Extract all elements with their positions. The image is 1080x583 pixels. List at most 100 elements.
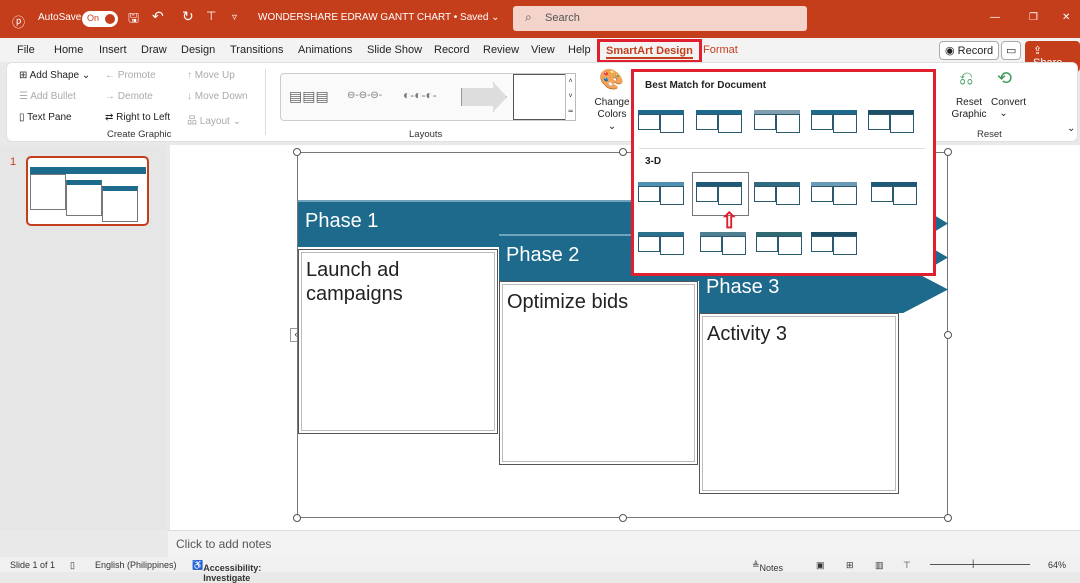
accessibility-status[interactable]: ♿ Accessibility: Investigate bbox=[192, 560, 261, 583]
style-box bbox=[660, 114, 684, 133]
tab-slide-show[interactable]: Slide Show bbox=[367, 44, 422, 56]
resize-handle[interactable] bbox=[944, 331, 952, 339]
tab-smartart-design[interactable]: SmartArt Design bbox=[597, 39, 702, 63]
collapse-ribbon-icon[interactable]: ⌄ bbox=[1067, 123, 1075, 134]
resize-handle[interactable] bbox=[944, 148, 952, 156]
tab-record[interactable]: Record bbox=[434, 44, 469, 56]
notes-pane[interactable]: Click to add notes bbox=[168, 530, 1080, 557]
smartart-style-option[interactable] bbox=[754, 108, 802, 134]
resize-handle[interactable] bbox=[944, 514, 952, 522]
tab-file[interactable]: File bbox=[17, 44, 35, 56]
present-icon[interactable]: ⊤ bbox=[206, 9, 216, 23]
tab-view[interactable]: View bbox=[531, 44, 555, 56]
promote-button[interactable]: ← Promote bbox=[105, 70, 156, 81]
style-box bbox=[811, 236, 833, 252]
search-input[interactable]: Search ⌕ bbox=[513, 6, 807, 31]
zoom-level[interactable]: 64% bbox=[1048, 560, 1066, 570]
redo-icon[interactable]: ↻ bbox=[182, 8, 194, 25]
tab-design[interactable]: Design bbox=[181, 44, 215, 56]
right-to-left-button[interactable]: ⇄ Right to Left bbox=[105, 112, 170, 123]
search-placeholder: Search bbox=[545, 12, 580, 24]
smartart-style-option[interactable] bbox=[811, 180, 859, 206]
slide-thumbnail[interactable] bbox=[26, 156, 149, 226]
language[interactable]: English (Philippines) bbox=[95, 560, 177, 570]
text-pane-button[interactable]: ▯ Text Pane bbox=[19, 112, 72, 123]
smartart-style-option[interactable] bbox=[871, 180, 919, 206]
reset-graphic-icon: ⎌ bbox=[959, 68, 974, 88]
up-arrow-icon: ⇧ bbox=[720, 208, 739, 233]
resize-handle[interactable] bbox=[293, 514, 301, 522]
activity-box[interactable]: Activity 3 bbox=[699, 313, 899, 494]
layout-option[interactable] bbox=[461, 82, 507, 112]
group-label: Create Graphic bbox=[107, 129, 172, 140]
activity-box[interactable]: Launch ad campaigns bbox=[298, 249, 498, 434]
label: Promote bbox=[117, 70, 156, 81]
spelling-icon[interactable]: ▯ bbox=[70, 560, 75, 571]
smartart-style-option[interactable] bbox=[754, 180, 802, 206]
close-button[interactable]: ✕ bbox=[1062, 12, 1070, 23]
undo-icon[interactable]: ↶ bbox=[152, 8, 164, 25]
layouts-gallery[interactable]: ▤▤▤ ⊖-⊖-⊖- ◐-◐-◐- bbox=[280, 73, 571, 121]
record-label: Record bbox=[957, 45, 994, 57]
style-box bbox=[700, 236, 722, 252]
tab-home[interactable]: Home bbox=[54, 44, 83, 56]
tab-transitions[interactable]: Transitions bbox=[230, 44, 283, 56]
layout-option-selected[interactable] bbox=[513, 74, 571, 120]
tab-draw[interactable]: Draw bbox=[141, 44, 167, 56]
tab-review[interactable]: Review bbox=[483, 44, 519, 56]
label: Right to Left bbox=[116, 112, 171, 123]
style-box bbox=[893, 186, 917, 205]
change-colors-button[interactable]: Change Colors ⌄ bbox=[594, 97, 630, 133]
layout-button[interactable]: 品 Layout ⌄ bbox=[187, 112, 241, 127]
save-icon[interactable]: 🖫 bbox=[128, 9, 139, 31]
resize-handle[interactable] bbox=[619, 514, 627, 522]
slide-sorter-icon[interactable]: ⊞ bbox=[846, 560, 854, 571]
thumb-box bbox=[102, 186, 138, 222]
record-button[interactable]: ◉ Record bbox=[939, 41, 1000, 60]
smartart-style-option[interactable] bbox=[811, 108, 859, 134]
smartart-style-option[interactable] bbox=[756, 230, 804, 256]
autosave-toggle[interactable]: On bbox=[82, 11, 118, 27]
reset-graphic-button[interactable]: Reset Graphic bbox=[951, 97, 987, 121]
move-down-button[interactable]: ↓ Move Down bbox=[187, 91, 248, 102]
tab-insert[interactable]: Insert bbox=[99, 44, 127, 56]
smartart-style-option[interactable] bbox=[811, 230, 859, 256]
tab-help[interactable]: Help bbox=[568, 44, 591, 56]
move-up-button[interactable]: ↑ Move Up bbox=[187, 70, 235, 81]
resize-handle[interactable] bbox=[293, 148, 301, 156]
notes-button[interactable]: ≜ Notes bbox=[752, 560, 783, 573]
layout-option[interactable]: ⊖-⊖-⊖- bbox=[347, 90, 382, 101]
add-shape-button[interactable]: ⊞ Add Shape ⌄ bbox=[19, 70, 90, 81]
style-box bbox=[890, 114, 914, 133]
comments-icon[interactable]: ▭ bbox=[1001, 41, 1022, 60]
smartart-style-option[interactable] bbox=[638, 108, 686, 134]
normal-view-icon[interactable]: ▣ bbox=[816, 560, 825, 571]
slideshow-icon[interactable]: ⊤ bbox=[903, 560, 911, 571]
smartart-style-option[interactable] bbox=[638, 230, 686, 256]
tab-format[interactable]: Format bbox=[703, 44, 738, 56]
zoom-slider[interactable] bbox=[930, 564, 1030, 565]
zoom-slider-thumb[interactable]: | bbox=[972, 558, 974, 568]
smartart-style-option[interactable] bbox=[638, 180, 686, 206]
tab-animations[interactable]: Animations bbox=[298, 44, 352, 56]
smartart-style-option[interactable] bbox=[696, 108, 744, 134]
restore-button[interactable]: ❐ bbox=[1029, 12, 1038, 23]
reading-view-icon[interactable]: ▥ bbox=[875, 560, 884, 571]
document-title[interactable]: WONDERSHARE EDRAW GANTT CHART • Saved ⌄ bbox=[258, 12, 500, 23]
layout-option[interactable]: ◐-◐-◐- bbox=[403, 88, 437, 102]
style-box bbox=[871, 186, 893, 202]
label: Convert bbox=[991, 97, 1027, 108]
minimize-button[interactable]: — bbox=[990, 12, 1000, 23]
resize-handle[interactable] bbox=[619, 148, 627, 156]
label: Accessibility: Investigate bbox=[203, 563, 262, 583]
thumb-box bbox=[30, 174, 66, 210]
demote-button[interactable]: → Demote bbox=[105, 91, 153, 102]
customize-icon[interactable]: ▿ bbox=[232, 12, 237, 23]
gallery-scroll[interactable]: ˄ ˅ ≂ bbox=[565, 73, 576, 121]
add-bullet-button[interactable]: ☰ Add Bullet bbox=[19, 91, 76, 102]
activity-box[interactable]: Optimize bids bbox=[499, 281, 698, 465]
layout-option[interactable]: ▤▤▤ bbox=[289, 88, 329, 105]
smartart-style-option[interactable] bbox=[868, 108, 916, 134]
convert-button[interactable]: Convert ⌄ bbox=[991, 97, 1026, 119]
style-box bbox=[638, 236, 660, 252]
